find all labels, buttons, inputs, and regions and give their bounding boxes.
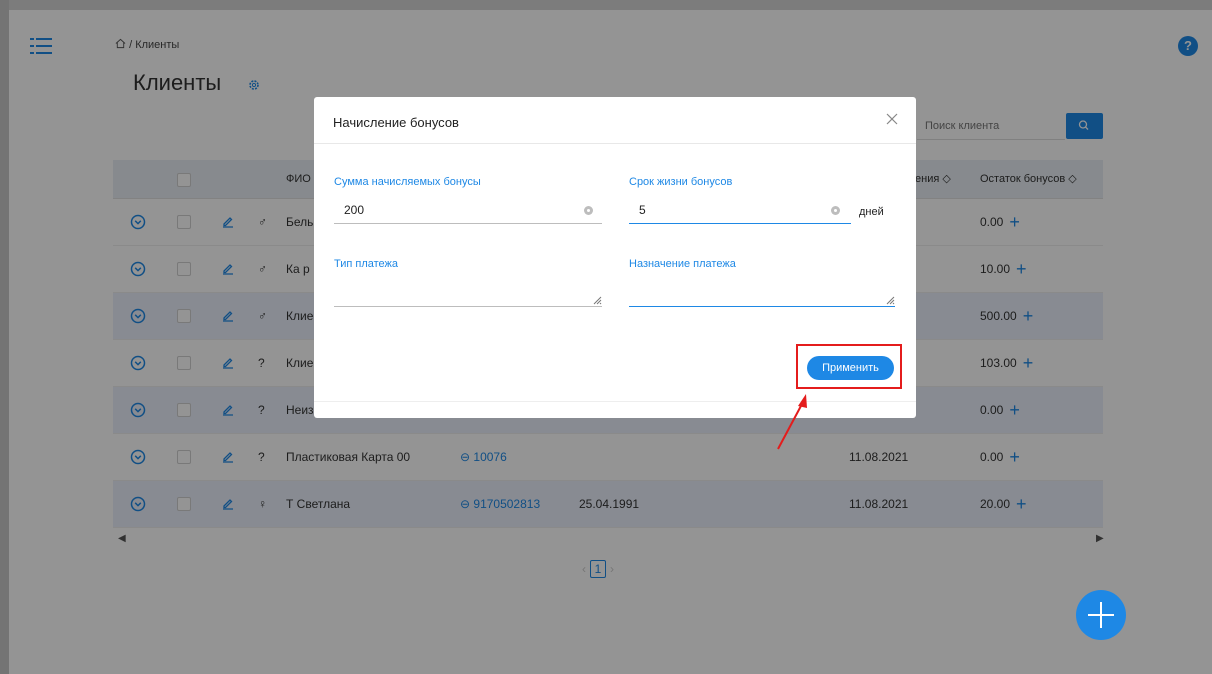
- resize-handle-icon[interactable]: [885, 295, 895, 305]
- payment-type-textarea[interactable]: [334, 280, 602, 307]
- bonus-lifetime-value: 5: [639, 203, 646, 217]
- bonus-lifetime-label: Срок жизни бонусов: [629, 176, 733, 188]
- dialog-footer-divider: [314, 401, 916, 402]
- dialog-title: Начисление бонусов: [333, 115, 459, 130]
- apply-button[interactable]: Применить: [807, 356, 894, 380]
- close-icon[interactable]: [886, 113, 898, 125]
- bonus-amount-label: Сумма начисляемых бонусы: [334, 176, 481, 188]
- clear-input-icon[interactable]: [584, 206, 593, 215]
- resize-handle-icon[interactable]: [592, 295, 602, 305]
- add-client-button[interactable]: [1076, 590, 1126, 640]
- payment-type-label: Тип платежа: [334, 258, 399, 270]
- dialog-header: Начисление бонусов: [314, 97, 916, 144]
- payment-purpose-textarea[interactable]: [629, 280, 895, 307]
- bonus-lifetime-field[interactable]: 5: [629, 199, 851, 224]
- bonus-amount-value: 200: [344, 203, 365, 217]
- bonus-lifetime-unit: дней: [859, 206, 884, 218]
- clear-input-icon[interactable]: [831, 206, 840, 215]
- payment-purpose-label: Назначение платежа: [629, 258, 736, 270]
- bonus-amount-field[interactable]: 200: [334, 199, 602, 224]
- bonus-accrual-dialog: Начисление бонусов Сумма начисляемых бон…: [314, 97, 916, 418]
